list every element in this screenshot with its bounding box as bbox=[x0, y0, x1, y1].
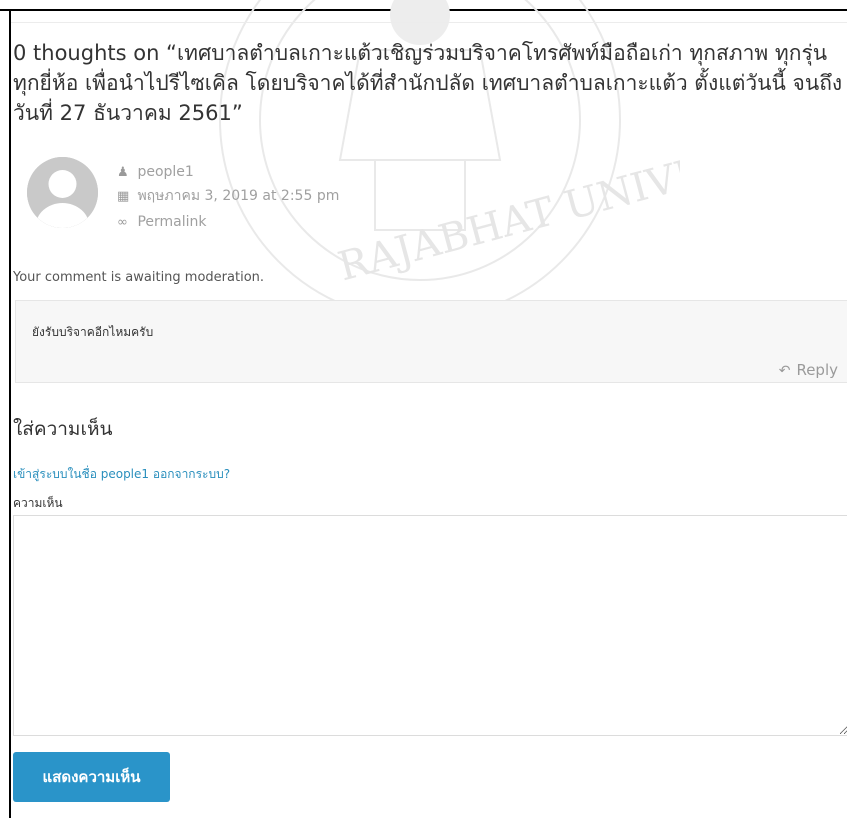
comment-field-label: ความเห็น bbox=[13, 496, 63, 510]
comment-date-text: พฤษภาคม 3, 2019 at 2:55 pm bbox=[137, 188, 340, 204]
logged-in-as: เข้าสู่ระบบในชื่อ people1 ออกจากระบบ? bbox=[13, 465, 230, 484]
comment-body: ยังรับบริจาคอีกไหมครับ ↶ Reply bbox=[15, 300, 847, 383]
avatar bbox=[27, 157, 98, 228]
comments-title: 0 thoughts on “เทศบาลตำบลเกาะแต้วเชิญร่ว… bbox=[13, 41, 843, 125]
profile-link[interactable]: เข้าสู่ระบบในชื่อ people1 bbox=[13, 467, 149, 481]
comment-author[interactable]: ♟ people1 bbox=[117, 163, 194, 182]
default-avatar-icon bbox=[27, 157, 98, 228]
leave-comment-heading: ใส่ความเห็น bbox=[13, 418, 113, 440]
calendar-icon: ▦ bbox=[117, 189, 130, 204]
moderation-notice: Your comment is awaiting moderation. bbox=[13, 270, 265, 285]
header-divider bbox=[11, 22, 847, 23]
submit-comment-button[interactable]: แสดงความเห็น bbox=[13, 752, 170, 802]
comment-permalink-label[interactable]: Permalink bbox=[137, 214, 206, 230]
comment-date: ▦ พฤษภาคม 3, 2019 at 2:55 pm bbox=[117, 187, 339, 206]
reply-label: Reply bbox=[796, 361, 838, 379]
reply-button[interactable]: ↶ Reply bbox=[779, 361, 838, 379]
comment-text: ยังรับบริจาคอีกไหมครับ bbox=[32, 325, 154, 339]
user-icon: ♟ bbox=[117, 165, 129, 180]
comment-author-name: people1 bbox=[137, 164, 194, 180]
svg-text:RAJABHAT UNIVERSITY: RAJABHAT UNIVERSITY bbox=[333, 116, 680, 291]
logout-link[interactable]: ออกจากระบบ? bbox=[153, 467, 230, 481]
frame-border-top bbox=[0, 9, 847, 11]
link-icon: ∞ bbox=[117, 215, 128, 230]
comment-textarea[interactable] bbox=[13, 515, 847, 736]
comment-permalink[interactable]: ∞ Permalink bbox=[117, 213, 207, 232]
frame-border-left bbox=[9, 9, 11, 818]
reply-icon: ↶ bbox=[778, 363, 791, 379]
